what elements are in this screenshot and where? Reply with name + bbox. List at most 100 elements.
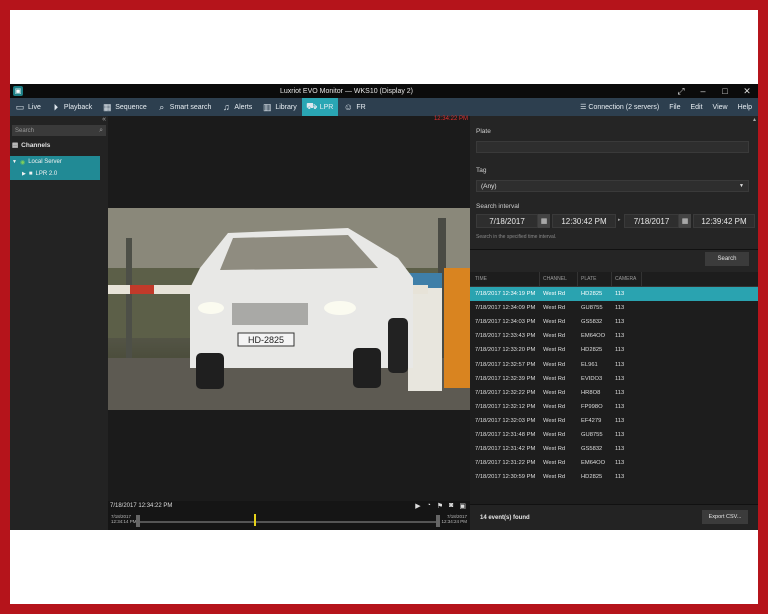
- table-cell: HD2825: [581, 347, 603, 354]
- table-row[interactable]: 7/18/2017 12:31:22 PM West Rd EM64OO 113: [470, 456, 758, 470]
- export-video-icon[interactable]: ▣: [459, 502, 466, 510]
- table-cell: 7/18/2017 12:33:43 PM: [475, 333, 536, 340]
- panel-arrow-icon[interactable]: ▴: [753, 116, 756, 123]
- smart-search-icon: ⌕: [159, 101, 165, 112]
- table-cell: GU8755: [581, 305, 603, 312]
- video-timestamp: 12:34:22 PM: [433, 116, 468, 122]
- nav-alerts[interactable]: ♫ Alerts: [216, 98, 257, 116]
- table-row[interactable]: 7/18/2017 12:32:39 PM West Rd EVIDO3 113: [470, 372, 758, 386]
- chevron-right-icon: ▶: [22, 171, 26, 177]
- timeline-start-handle[interactable]: [136, 515, 140, 527]
- menu-edit[interactable]: Edit: [690, 104, 702, 111]
- minimize-button[interactable]: –: [692, 86, 714, 97]
- table-row[interactable]: 7/18/2017 12:31:48 PM West Rd GU8755 113: [470, 428, 758, 442]
- end-date-field[interactable]: 7/18/2017: [624, 214, 679, 228]
- maximize-button[interactable]: □: [714, 86, 736, 97]
- table-cell: FP998O: [581, 403, 603, 410]
- table-header: TIME CHANNEL PLATE CAMERA: [470, 271, 758, 287]
- search-button[interactable]: Search: [705, 252, 749, 266]
- start-date-field[interactable]: 7/18/2017: [476, 214, 538, 228]
- arrow-right-icon: ▸: [618, 217, 621, 223]
- start-time-field[interactable]: 12:30:42 PM: [552, 214, 616, 228]
- table-row[interactable]: 7/18/2017 12:34:09 PM West Rd GU8755 113: [470, 301, 758, 315]
- tree-item-lpr[interactable]: ▶ ■ LPR 2.0: [10, 168, 100, 180]
- table-cell: West Rd: [543, 305, 566, 312]
- table-row[interactable]: 7/18/2017 12:30:59 PM West Rd HD2825 113: [470, 470, 758, 484]
- table-row[interactable]: 7/18/2017 12:32:57 PM West Rd EL961 113: [470, 357, 758, 371]
- close-button[interactable]: ✕: [736, 86, 758, 97]
- table-row[interactable]: 7/18/2017 12:33:20 PM West Rd HD2825 113: [470, 343, 758, 357]
- table-cell: West Rd: [543, 361, 566, 368]
- nav-playback[interactable]: ⏵ Playback: [46, 98, 97, 116]
- timeline-playhead[interactable]: [254, 514, 256, 526]
- server-icon: ◉: [19, 159, 26, 166]
- tree-item-local-server[interactable]: ▼ ◉ Local Server: [10, 156, 100, 168]
- sidebar: « Search ⌕ ▤ Channels ▼ ◉ Local Server ▶…: [10, 116, 108, 530]
- table-cell: West Rd: [543, 291, 566, 298]
- speed-icon[interactable]: ◔: [427, 502, 431, 510]
- nav-sequence[interactable]: ▦ Sequence: [97, 98, 152, 116]
- table-cell: GU8755: [581, 431, 603, 438]
- table-row[interactable]: 7/18/2017 12:32:12 PM West Rd FP998O 113: [470, 400, 758, 414]
- fullscreen-icon[interactable]: ⤢: [670, 86, 692, 97]
- nav-live[interactable]: ▭ Live: [10, 98, 46, 116]
- events-found: 14 event(s) found: [480, 515, 530, 521]
- video-viewport[interactable]: 12:34:22 PM HD-2825: [108, 116, 470, 501]
- nav-smart-search[interactable]: ⌕ Smart search: [152, 98, 217, 116]
- camera-snapshot-icon[interactable]: ◙: [449, 502, 453, 510]
- timeline-start: 7/18/2017 12:34:14 PM: [111, 514, 137, 524]
- license-plate-text: HD-2825: [248, 335, 284, 345]
- table-cell: GS5832: [581, 446, 603, 453]
- export-csv-button[interactable]: Export CSV...: [702, 510, 748, 524]
- table-row[interactable]: 7/18/2017 12:32:03 PM West Rd EF4279 113: [470, 414, 758, 428]
- table-cell: 7/18/2017 12:31:48 PM: [475, 431, 536, 438]
- table-cell: West Rd: [543, 417, 566, 424]
- table-row[interactable]: 7/18/2017 12:33:43 PM West Rd EM64OO 113: [470, 329, 758, 343]
- table-cell: EL961: [581, 361, 598, 368]
- plate-input[interactable]: [476, 141, 749, 153]
- monitor-icon: ▭: [15, 101, 25, 112]
- results-table: TIME CHANNEL PLATE CAMERA 7/18/2017 12:3…: [470, 271, 758, 504]
- table-cell: 7/18/2017 12:31:42 PM: [475, 446, 536, 453]
- connection-status[interactable]: ☰ Connection (2 servers): [580, 103, 659, 111]
- col-camera[interactable]: CAMERA: [612, 271, 642, 287]
- timeline-end-handle[interactable]: [436, 515, 440, 527]
- table-cell: West Rd: [543, 446, 566, 453]
- col-channel[interactable]: CHANNEL: [540, 271, 578, 287]
- nav-fr[interactable]: ☺ FR: [338, 98, 370, 116]
- col-time[interactable]: TIME: [470, 271, 540, 287]
- chevron-down-icon: ▼: [12, 159, 17, 165]
- table-cell: 7/18/2017 12:32:22 PM: [475, 389, 536, 396]
- table-row[interactable]: 7/18/2017 12:32:22 PM West Rd HR8O8 113: [470, 386, 758, 400]
- menu-help[interactable]: Help: [738, 104, 752, 111]
- end-time-field[interactable]: 12:39:42 PM: [693, 214, 755, 228]
- interval-label: Search interval: [476, 203, 520, 210]
- search-input[interactable]: Search ⌕: [12, 125, 106, 136]
- menu-file[interactable]: File: [669, 104, 680, 111]
- table-cell: 7/18/2017 12:31:22 PM: [475, 460, 536, 467]
- timeline-track[interactable]: [138, 521, 438, 523]
- menu-view[interactable]: View: [713, 104, 728, 111]
- table-cell: 113: [615, 333, 625, 340]
- table-row[interactable]: 7/18/2017 12:34:03 PM West Rd GS5832 113: [470, 315, 758, 329]
- table-cell: 113: [615, 305, 625, 312]
- lpr-search-panel: ▴ Plate Tag (Any) ▼ Search interval 7/18…: [470, 116, 758, 530]
- collapse-sidebar-icon[interactable]: «: [102, 116, 106, 123]
- table-row[interactable]: 7/18/2017 12:31:42 PM West Rd GS5832 113: [470, 442, 758, 456]
- bookmark-icon[interactable]: ⚑: [437, 502, 443, 510]
- nav-library[interactable]: ▥ Library: [257, 98, 301, 116]
- play-icon[interactable]: ▶: [415, 502, 420, 510]
- table-cell: 7/18/2017 12:34:09 PM: [475, 305, 536, 312]
- search-icon: ⌕: [99, 126, 103, 134]
- calendar-icon[interactable]: ▦: [538, 214, 550, 228]
- table-cell: 113: [615, 347, 625, 354]
- channels-heading: ▤ Channels: [12, 141, 51, 150]
- interval-hint: Search in the specified time interval.: [476, 234, 557, 240]
- main-nav: ▭ Live ⏵ Playback ▦ Sequence ⌕ Smart search ♫ Ale…: [10, 98, 758, 116]
- nav-lpr[interactable]: ⛟ LPR: [301, 98, 339, 116]
- calendar-icon[interactable]: ▦: [679, 214, 691, 228]
- col-plate[interactable]: PLATE: [578, 271, 612, 287]
- tag-select[interactable]: (Any) ▼: [476, 180, 749, 192]
- table-row[interactable]: 7/18/2017 12:34:19 PM West Rd HD2825 113: [470, 287, 758, 302]
- table-cell: HD2825: [581, 474, 603, 481]
